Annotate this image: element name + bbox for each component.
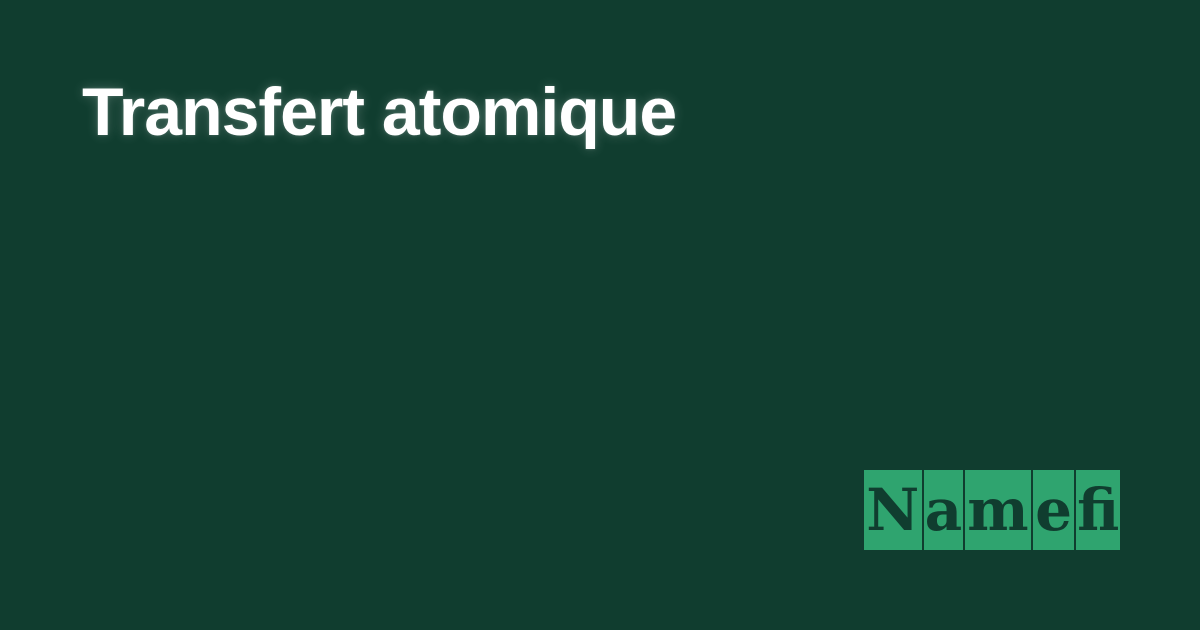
page-title: Transfert atomique [82,74,677,150]
logo-tile: N [864,470,922,550]
social-preview-card: Transfert atomique N a m e fi [0,0,1200,630]
namefi-logo: N a m e fi [864,470,1120,550]
logo-tile: fi [1076,470,1120,550]
logo-letter: fi [1077,476,1120,544]
logo-letter: N [866,476,920,544]
logo-tile: e [1032,470,1075,550]
logo-letter: e [1035,476,1072,544]
logo-letter: a [924,476,963,544]
logo-letter: m [967,476,1029,544]
logo-tile: m [965,470,1031,550]
logo-tile: a [923,470,964,550]
